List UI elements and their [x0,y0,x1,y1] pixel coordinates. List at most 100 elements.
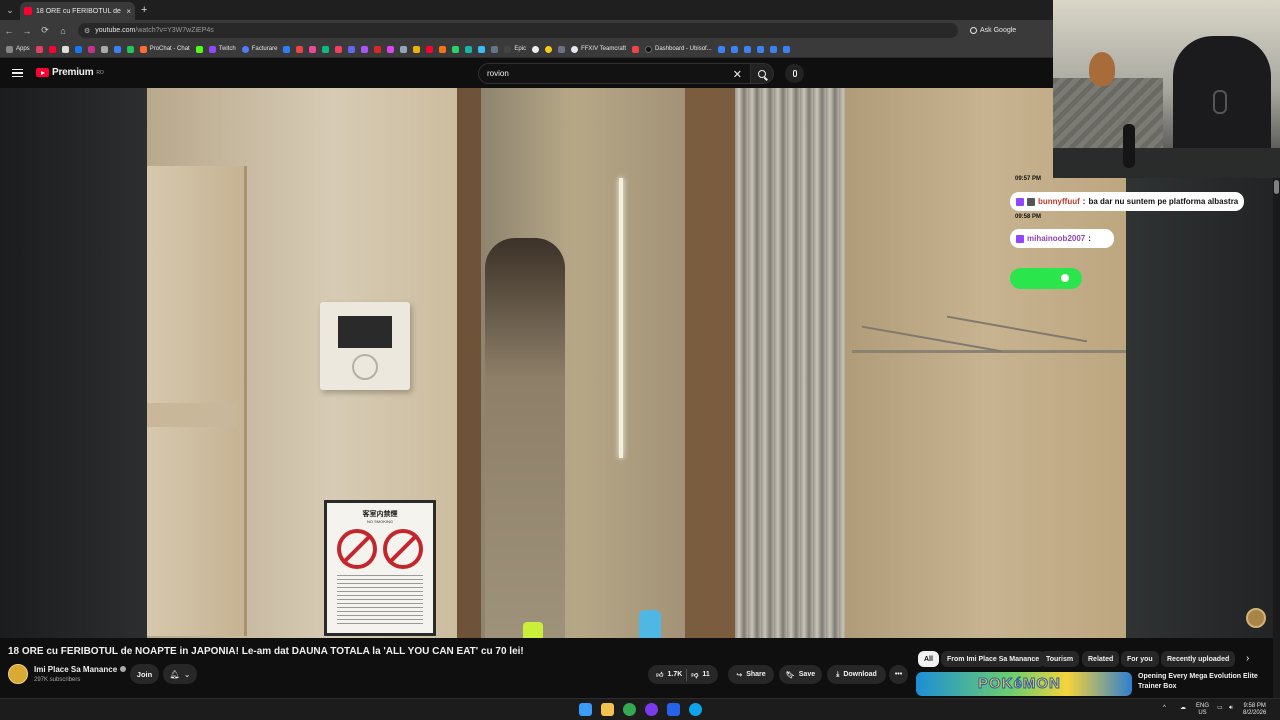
tab-search-icon[interactable]: ⌄ [0,0,20,20]
bookmark-icon[interactable] [426,45,434,53]
bookmark-icon[interactable] [374,45,382,53]
bookmark-icon[interactable] [322,45,330,53]
ask-google-button[interactable]: Ask Google [970,27,1016,34]
bookmark-icon[interactable] [717,45,725,53]
bookmark-icon[interactable] [769,45,777,53]
like-button[interactable]: 👍︎ 1.7K [656,670,682,679]
join-button[interactable]: Join [130,664,159,684]
whatsapp-icon[interactable] [452,45,460,53]
share-button[interactable]: ↪ Share [728,665,774,684]
save-button[interactable]: 🔖︎ Save [779,665,822,684]
epic-icon [504,45,512,53]
bookmark-icon[interactable] [361,45,369,53]
network-icon[interactable]: ▭ [1217,705,1223,712]
tab-close-icon[interactable]: × [126,7,131,16]
facebook-icon[interactable] [74,45,82,53]
bookmark-ubisoft-dashboard[interactable]: Dashboard - Ubisof... [645,45,712,53]
channel-name[interactable]: Imi Place Sa Manance [34,665,127,674]
chip-for-you[interactable]: For you [1121,651,1159,667]
chip-from-channel[interactable]: From Imi Place Sa Manance [941,651,1046,667]
volume-icon[interactable]: 🔊︎ [1229,705,1233,712]
new-tab-button[interactable]: + [141,4,147,16]
clear-search-icon[interactable]: ✕ [733,68,742,81]
bookmark-icon[interactable] [491,45,499,53]
channel-avatar[interactable] [8,664,28,684]
notifications-button[interactable]: 🔔︎ ⌄ [163,664,197,684]
apps-grid-icon [6,45,13,53]
bookmark-icon[interactable] [730,45,738,53]
bookmark-icon[interactable] [545,45,553,53]
recommendation-title[interactable]: Opening Every Mega Evolution Elite Train… [1138,672,1268,691]
bookmark-icon[interactable] [558,45,566,53]
bookmark-prochat[interactable]: ProChat - Chat [139,45,190,53]
search-button[interactable] [750,63,774,84]
site-info-icon[interactable]: ⚙ [84,27,90,35]
bookmark-icon[interactable] [756,45,764,53]
bookmark-icon[interactable] [743,45,751,53]
tray-chevron-up-icon[interactable]: ^ [1163,705,1166,712]
chevron-right-icon[interactable]: › [1246,653,1249,664]
tray-cloud-icon[interactable]: ☁ [1180,705,1186,712]
search-input[interactable]: rovion ✕ [478,63,750,84]
bookmark-icon[interactable] [478,45,486,53]
bookmark-icon[interactable] [439,45,447,53]
app-icon[interactable] [667,703,680,716]
scene-door [685,88,735,638]
instagram-icon[interactable] [35,45,43,53]
bookmark-icon[interactable] [283,45,291,53]
bookmark-facturare[interactable]: Facturare [241,45,277,53]
youtube-premium-logo[interactable]: Premium RO [36,67,104,78]
home-button[interactable]: ⌂ [54,26,72,36]
threads-icon[interactable] [100,45,108,53]
bookmark-icon[interactable] [532,45,540,53]
scrollbar-thumb[interactable] [1274,180,1279,194]
forward-button[interactable]: → [18,26,36,36]
bookmark-icon[interactable] [309,45,317,53]
bookmark-twitch[interactable]: Twitch [208,45,236,53]
bookmark-icon[interactable] [348,45,356,53]
back-button[interactable]: ← [0,26,18,36]
dislike-button[interactable]: 👎︎ 11 [691,670,710,679]
chip-tourism[interactable]: Tourism [1040,651,1080,667]
menu-hamburger-icon[interactable] [12,69,23,77]
bookmark-icon[interactable] [782,45,790,53]
x-icon[interactable] [61,45,69,53]
app-icon[interactable] [645,703,658,716]
instagram-bookmark-icon[interactable] [87,45,95,53]
app-icon[interactable] [689,703,702,716]
windows-start-icon[interactable] [579,703,592,716]
chip-recently-uploaded[interactable]: Recently uploaded [1161,651,1236,667]
url-field[interactable]: ⚙ youtube.com/watch?v=Y3W7wZiEP4s [78,23,958,38]
bookmark-icon[interactable] [465,45,473,53]
chip-related[interactable]: Related [1082,651,1120,667]
bookmark-icon[interactable] [296,45,304,53]
bookmark-icon[interactable] [413,45,421,53]
bookmark-icon[interactable] [126,45,134,53]
chip-all[interactable]: All [918,651,939,667]
more-actions-button[interactable]: ••• [889,665,908,684]
bookmark-icon[interactable] [113,45,121,53]
recommendation-thumbnail[interactable]: POKéMON [916,672,1132,696]
page-scrollbar[interactable] [1273,178,1280,698]
browser-tab-active[interactable]: 18 ORE cu FERIBOTUL de NOAP × [20,2,135,20]
bookmark-epic[interactable]: Epic [504,45,526,53]
bookmark-icon[interactable] [400,45,408,53]
scene-light-strip [619,178,623,458]
bookmark-icon[interactable] [632,45,639,53]
video-frame[interactable]: 客室内禁煙 NO SMOKING [147,88,1126,638]
youtube-bookmark-icon[interactable] [48,45,56,53]
kick-icon[interactable] [195,45,203,53]
chrome-icon[interactable] [623,703,636,716]
search-query: rovion [487,69,509,78]
download-button[interactable]: ⤓ Download [827,665,886,684]
clock[interactable]: 9:58 PM 8/2/2026 [1243,703,1266,717]
bookmark-ffxiv-teamcraft[interactable]: FFXIV Teamcraft [571,45,626,53]
voice-search-button[interactable] [785,64,804,83]
reload-button[interactable]: ⟳ [36,25,54,36]
bookmark-icon[interactable] [335,45,343,53]
no-vaping-icon [383,529,423,569]
bookmark-apps[interactable]: Apps [6,45,30,53]
file-explorer-icon[interactable] [601,703,614,716]
bookmark-icon[interactable] [387,45,395,53]
language-indicator[interactable]: ENG US [1196,703,1209,717]
